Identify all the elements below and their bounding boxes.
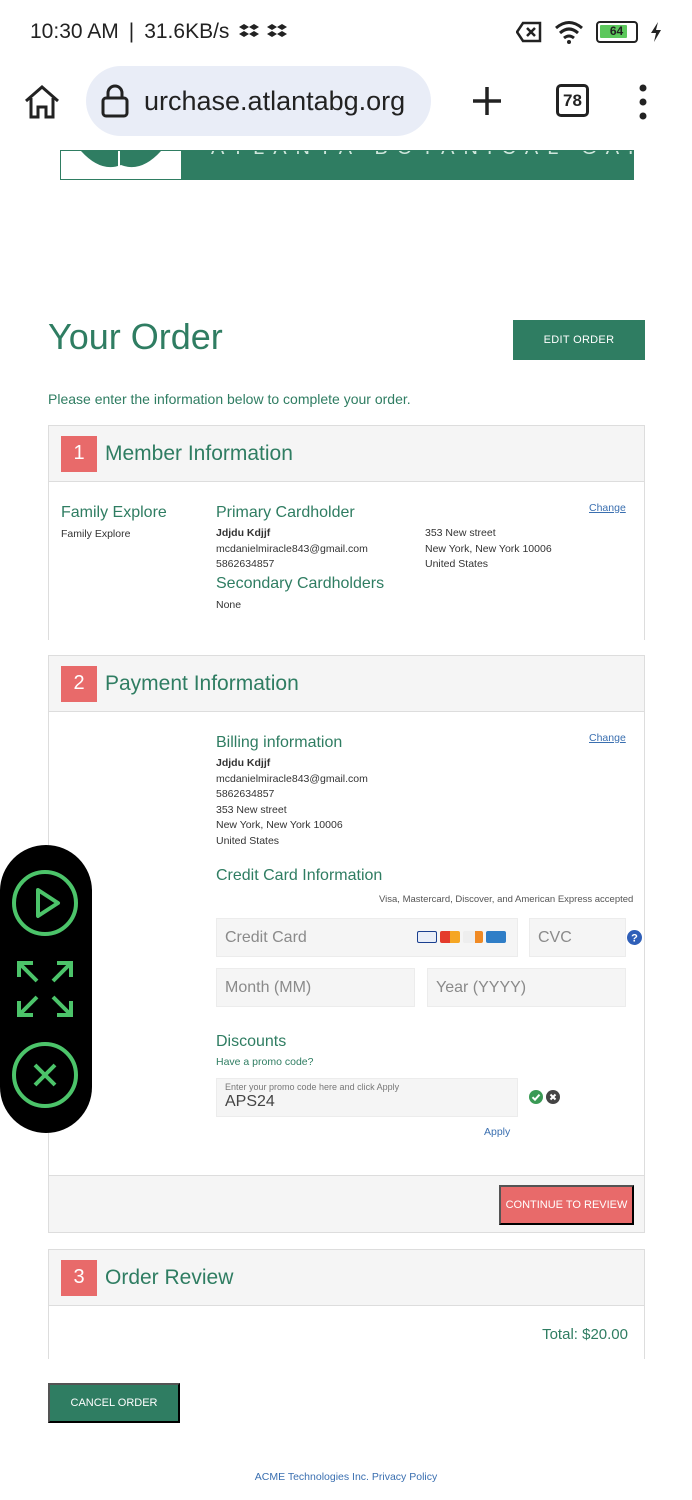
cancel-order-button[interactable]: CANCEL ORDER xyxy=(48,1383,180,1423)
battery-icon: 64 xyxy=(596,21,638,43)
payment-footer: CONTINUE TO REVIEW xyxy=(49,1175,644,1232)
intro-text: Please enter the information below to co… xyxy=(48,391,411,407)
close-icon[interactable] xyxy=(11,1041,79,1109)
secondary-cardholders-value: None xyxy=(216,599,242,611)
order-total: Total: $20.00 xyxy=(542,1326,628,1343)
tab-count: 78 xyxy=(563,90,582,110)
site-banner[interactable]: ATLANTA BOTANICAL GARDEN xyxy=(60,150,634,180)
dropbox-icon xyxy=(239,24,260,37)
section-header: 3 Order Review xyxy=(49,1250,644,1306)
expiry-month-input[interactable]: Month (MM) xyxy=(216,968,415,1007)
order-review-section: 3 Order Review Total: $20.00 xyxy=(48,1249,645,1359)
section-title: Payment Information xyxy=(105,671,299,695)
logo xyxy=(61,151,181,179)
discounts-heading: Discounts xyxy=(216,1033,287,1050)
browser-toolbar: urchase.atlantabg.org 78 xyxy=(0,64,692,138)
billing-heading: Billing information xyxy=(216,734,343,751)
primary-name: Jdjdu Kdjjf xyxy=(216,527,271,539)
step-number: 2 xyxy=(61,665,97,702)
billing-street: 353 New street xyxy=(216,803,287,816)
clear-icon[interactable] xyxy=(546,1090,560,1104)
svg-text:?: ? xyxy=(631,933,638,945)
section-body: Billing information Jdjdu Kdjjf mcdaniel… xyxy=(49,712,644,1175)
address-city: New York, New York 10006 xyxy=(425,542,552,555)
billing-phone: 5862634857 xyxy=(216,788,275,800)
credit-card-heading: Credit Card Information xyxy=(216,867,383,884)
cvc-input[interactable]: CVC xyxy=(529,918,626,957)
card-logos xyxy=(417,931,506,943)
plus-icon[interactable] xyxy=(470,84,504,118)
wifi-icon xyxy=(555,21,583,44)
mastercard-icon xyxy=(440,931,460,943)
primary-phone: 5862634857 xyxy=(216,558,275,570)
amex-icon xyxy=(486,931,506,943)
visa-icon xyxy=(417,931,437,943)
url-text: urchase.atlantabg.org xyxy=(144,85,406,116)
membership-plan-sub: Family Explore xyxy=(61,528,131,540)
step-number: 1 xyxy=(61,435,97,472)
footer-link[interactable]: ACME Technologies Inc. Privacy Policy xyxy=(0,1471,692,1483)
accepted-cards-text: Visa, Mastercard, Discover, and American… xyxy=(379,894,634,905)
address-bar[interactable]: urchase.atlantabg.org xyxy=(86,66,431,136)
banner-text: ATLANTA BOTANICAL GARDEN xyxy=(211,151,633,160)
primary-cardholder-heading: Primary Cardholder xyxy=(216,504,355,521)
billing-name: Jdjdu Kdjjf xyxy=(216,757,271,769)
charging-icon xyxy=(651,22,661,42)
apply-promo-link[interactable]: Apply xyxy=(484,1126,510,1138)
status-bar: 10:30 AM | 31.6KB/s 64 xyxy=(0,0,692,64)
dropbox-icon xyxy=(267,24,288,37)
help-icon[interactable]: ? xyxy=(627,930,642,945)
change-billing-link[interactable]: Change xyxy=(589,732,626,744)
step-number: 3 xyxy=(61,1259,97,1296)
address-country: United States xyxy=(425,558,489,570)
billing-email: mcdanielmiracle843@gmail.com xyxy=(216,772,368,785)
section-header: 2 Payment Information xyxy=(49,656,644,712)
change-member-link[interactable]: Change xyxy=(589,502,626,514)
section-title: Order Review xyxy=(105,1265,234,1289)
section-header: 1 Member Information xyxy=(49,426,644,482)
more-vert-icon[interactable] xyxy=(636,82,650,122)
leaf-logo-icon xyxy=(81,151,161,169)
promo-question: Have a promo code? xyxy=(216,1056,314,1068)
secondary-cardholders-heading: Secondary Cardholders xyxy=(216,575,385,592)
no-sim-icon xyxy=(516,21,542,43)
tab-switcher-button[interactable]: 78 xyxy=(556,84,589,117)
promo-code-input[interactable]: Enter your promo code here and click App… xyxy=(216,1078,518,1117)
discover-icon xyxy=(463,931,483,943)
battery-level: 64 xyxy=(609,24,624,38)
continue-to-review-button[interactable]: CONTINUE TO REVIEW xyxy=(499,1185,634,1225)
promo-value: APS24 xyxy=(225,1093,275,1110)
address-street: 353 New street xyxy=(425,527,496,539)
expiry-year-input[interactable]: Year (YYYY) xyxy=(427,968,626,1007)
promo-hint: Enter your promo code here and click App… xyxy=(225,1082,400,1092)
cvc-placeholder: CVC xyxy=(538,928,572,946)
payment-information-section: 2 Payment Information Billing informatio… xyxy=(48,655,645,1233)
member-information-section: 1 Member Information Family Explore Fami… xyxy=(48,425,645,640)
credit-card-placeholder: Credit Card xyxy=(225,928,307,946)
play-icon[interactable] xyxy=(11,869,79,937)
edit-order-button[interactable]: EDIT ORDER xyxy=(513,320,645,360)
home-icon[interactable] xyxy=(22,82,62,122)
network-speed: 31.6KB/s xyxy=(144,20,230,43)
primary-email: mcdanielmiracle843@gmail.com xyxy=(216,542,368,555)
year-placeholder: Year (YYYY) xyxy=(436,978,527,996)
floating-media-control xyxy=(0,845,92,1133)
section-body: Total: $20.00 xyxy=(49,1306,644,1359)
lock-icon xyxy=(101,84,129,118)
page-title: Your Order xyxy=(48,316,223,357)
month-placeholder: Month (MM) xyxy=(225,978,312,996)
status-time: 10:30 AM xyxy=(30,20,119,43)
section-body: Family Explore Family Explore Primary Ca… xyxy=(49,482,644,640)
fullscreen-icon[interactable] xyxy=(11,955,79,1023)
billing-city: New York, New York 10006 xyxy=(216,819,343,831)
check-icon xyxy=(529,1090,543,1104)
billing-country: United States xyxy=(216,834,280,847)
section-title: Member Information xyxy=(105,441,293,465)
membership-plan: Family Explore xyxy=(61,504,167,521)
